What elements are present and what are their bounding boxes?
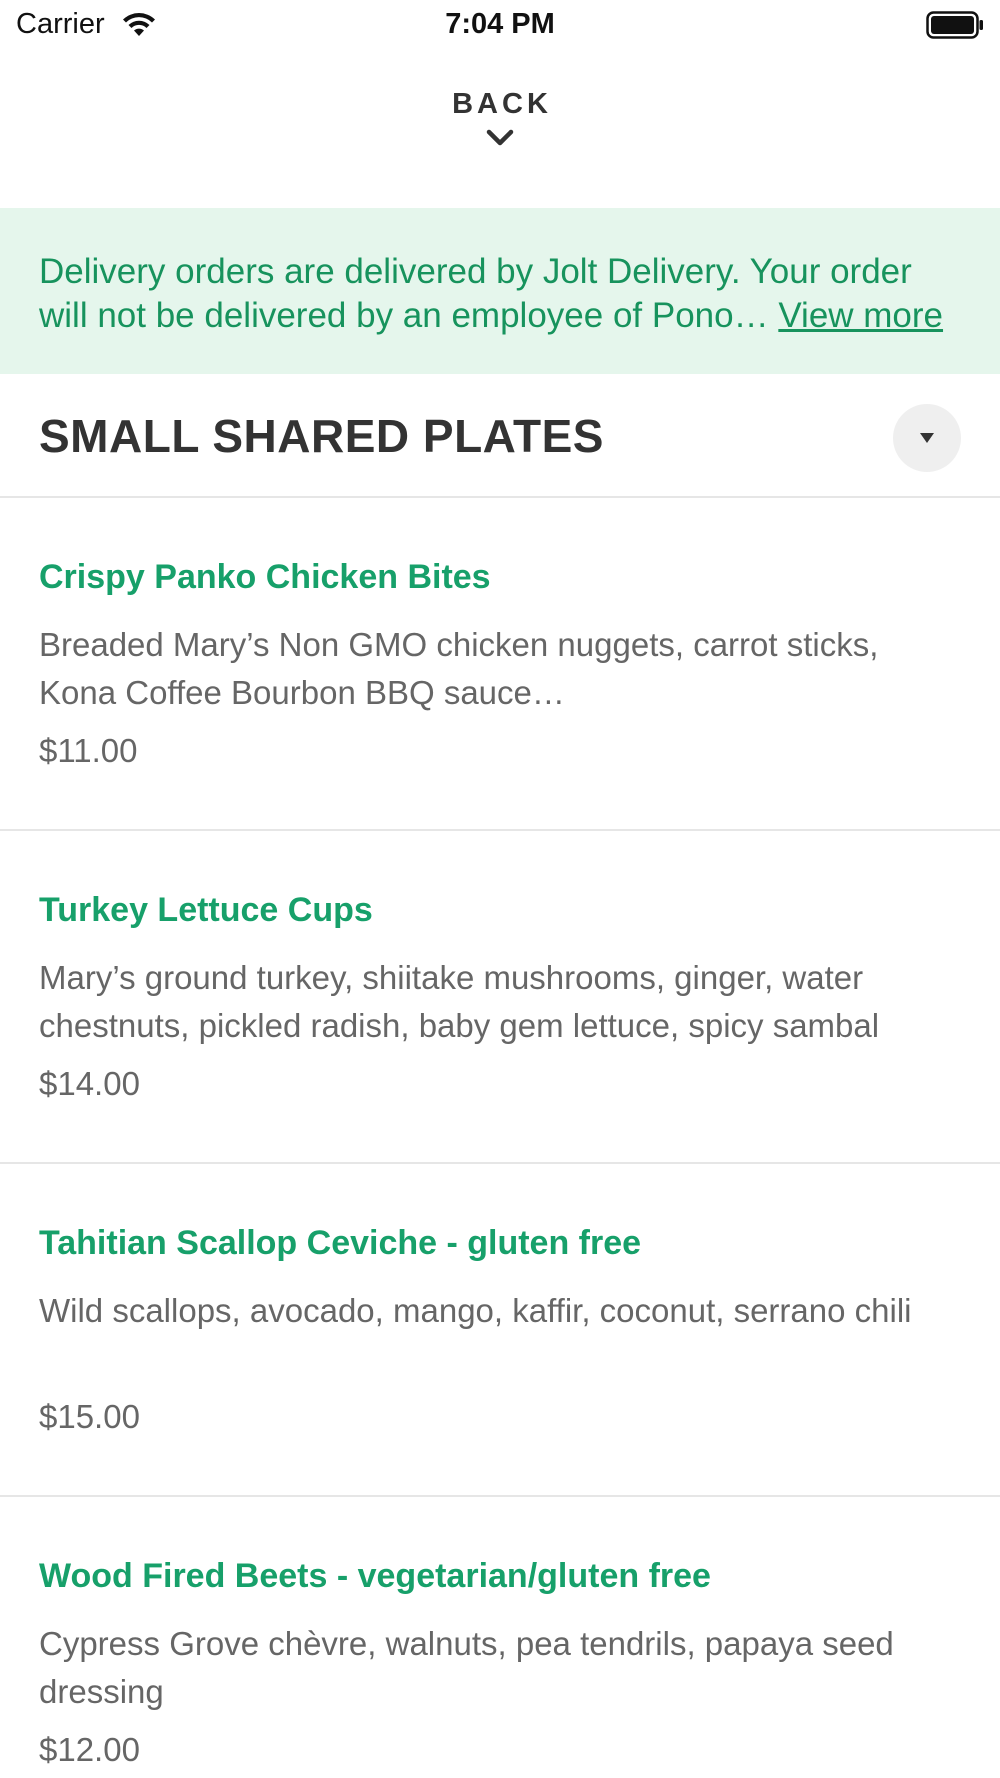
- chevron-down-icon: [486, 129, 514, 146]
- status-bar: Carrier 7:04 PM: [0, 0, 1000, 52]
- battery-icon: [926, 11, 983, 39]
- view-more-link[interactable]: View more: [778, 296, 943, 335]
- menu-screen: Carrier 7:04 PM BACK Delivery orders are…: [0, 0, 1000, 1778]
- item-description: Cypress Grove chèvre, walnuts, pea tendr…: [39, 1625, 894, 1710]
- item-price: $15.00: [39, 1398, 140, 1435]
- item-name: Tahitian Scallop Ceviche - gluten free: [39, 1224, 642, 1262]
- item-price: $14.00: [39, 1065, 140, 1102]
- section-header: SMALL SHARED PLATES: [0, 374, 1000, 498]
- section-collapse-button[interactable]: [893, 404, 961, 472]
- menu-item[interactable]: Crispy Panko Chicken Bites Breaded Mary’…: [0, 498, 1000, 831]
- item-name: Turkey Lettuce Cups: [39, 891, 373, 929]
- back-button[interactable]: BACK: [0, 88, 1000, 178]
- item-description: Wild scallops, avocado, mango, kaffir, c…: [39, 1292, 912, 1329]
- caret-down-icon: [920, 433, 934, 443]
- delivery-notice-banner: Delivery orders are delivered by Jolt De…: [0, 208, 1000, 374]
- item-price: $12.00: [39, 1731, 140, 1768]
- menu-item-list: Crispy Panko Chicken Bites Breaded Mary’…: [0, 498, 1000, 1778]
- section-title: SMALL SHARED PLATES: [39, 410, 604, 462]
- menu-item[interactable]: Tahitian Scallop Ceviche - gluten free W…: [0, 1164, 1000, 1497]
- item-price: $11.00: [39, 732, 138, 769]
- clock: 7:04 PM: [445, 8, 555, 40]
- menu-item[interactable]: Turkey Lettuce Cups Mary’s ground turkey…: [0, 831, 1000, 1164]
- back-label: BACK: [452, 88, 552, 120]
- item-description: Breaded Mary’s Non GMO chicken nuggets, …: [39, 626, 879, 711]
- menu-item[interactable]: Wood Fired Beets - vegetarian/gluten fre…: [0, 1497, 1000, 1778]
- item-description: Mary’s ground turkey, shiitake mushrooms…: [39, 959, 880, 1044]
- item-name: Crispy Panko Chicken Bites: [39, 558, 491, 596]
- item-name: Wood Fired Beets - vegetarian/gluten fre…: [39, 1557, 711, 1595]
